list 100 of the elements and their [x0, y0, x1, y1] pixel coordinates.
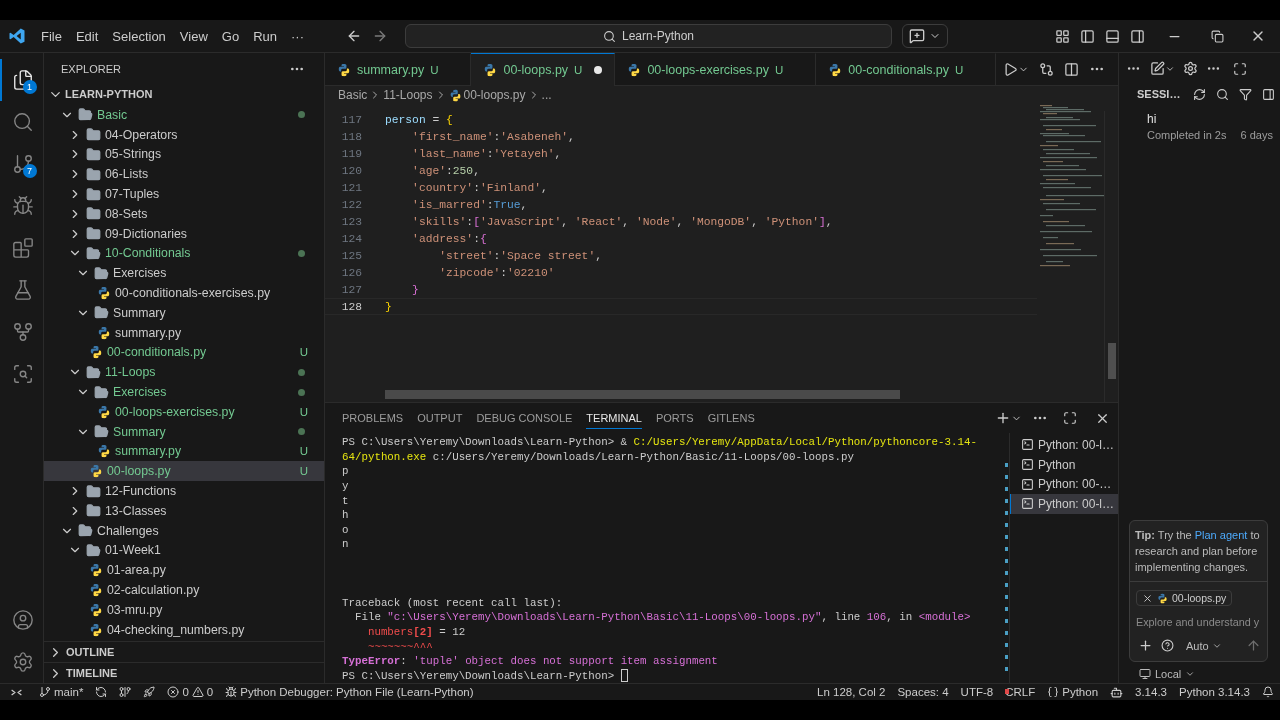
terminal-line: Traceback (most recent call last):	[342, 595, 564, 611]
folder-row[interactable]: 10-Conditionals	[44, 243, 324, 264]
python-file-icon	[89, 563, 103, 578]
location-picker[interactable]: Local	[1119, 662, 1280, 683]
panel-tab[interactable]: PORTS	[655, 407, 694, 429]
file-row[interactable]: 04-checking_numbers.py	[44, 619, 324, 640]
chat-icon	[909, 28, 925, 44]
terminal-instance[interactable]: Python	[1010, 454, 1118, 475]
menu-item[interactable]: File	[34, 28, 69, 44]
folder-row[interactable]: Challenges	[44, 520, 324, 541]
folder-row[interactable]: 01-Week1	[44, 540, 324, 561]
horizontal-scrollbar[interactable]	[385, 390, 900, 399]
section-header[interactable]: OUTLINE	[44, 641, 324, 662]
settings-icon[interactable]	[11, 651, 34, 673]
command-center-search[interactable]: Learn-Python	[405, 24, 892, 48]
debug-status[interactable]: Python Debugger: Python File (Learn-Python)	[219, 686, 480, 698]
editor-status[interactable]: UTF-8	[954, 686, 1000, 698]
editor-tab[interactable]: 00-loops.py U	[471, 53, 616, 86]
folder-name: Exercises	[113, 385, 168, 400]
remove-icon[interactable]	[1142, 592, 1153, 604]
chat-button[interactable]	[902, 24, 948, 48]
panel-tab[interactable]: OUTPUT	[417, 407, 463, 429]
breadcrumb-item[interactable]: 11-Loops	[383, 88, 433, 102]
line-number: 117	[340, 113, 362, 126]
menu-item[interactable]: Run	[246, 28, 284, 44]
folder-row[interactable]: Summary	[44, 421, 324, 442]
folder-row[interactable]: 11-Loops	[44, 362, 324, 383]
folder-name: 13-Classes	[105, 503, 168, 518]
folder-name: Challenges	[97, 523, 160, 538]
folder-row[interactable]: 08-Sets	[44, 204, 324, 224]
folder-row[interactable]: Summary	[44, 302, 324, 323]
plan-agent-link[interactable]: Plan agent	[1194, 529, 1248, 541]
problems-status[interactable]: 0 0	[161, 686, 220, 698]
menu-item[interactable]: View	[172, 28, 215, 44]
mode-picker[interactable]: Auto	[1186, 639, 1222, 652]
file-row[interactable]: 01-area.py	[44, 560, 324, 581]
python-file-icon	[97, 325, 111, 340]
terminal-line: File "c:\Users\Yeremy\Downloads\Learn-Python\Basic\11-Loops\00-loops.py", line 106, in <module>	[353, 610, 972, 625]
folder-row[interactable]: Basic	[44, 105, 324, 125]
tip-text: Tip: Try the Plan agent to research and plan before implementing changes.	[1130, 521, 1267, 582]
menu-item[interactable]: Go	[214, 28, 247, 44]
breadcrumb-item[interactable]: Basic	[338, 88, 368, 102]
chat-input[interactable]: Explore and understand y	[1136, 616, 1262, 628]
account-icon[interactable]	[11, 609, 34, 631]
breadcrumb-item[interactable]: ...	[541, 88, 552, 102]
help-icon[interactable]	[1159, 639, 1176, 652]
activity-tab[interactable]: 7	[0, 143, 44, 185]
file-row[interactable]: 00-conditionals-exercises.py	[44, 283, 324, 303]
code-line: 'zipcode':'02210'	[438, 266, 555, 279]
folder-row[interactable]: 05-Strings	[44, 144, 324, 165]
panel-tab[interactable]: PROBLEMS	[342, 407, 404, 429]
terminal-instance[interactable]: Python: 00-…	[1010, 474, 1118, 495]
folder-icon	[86, 503, 101, 519]
file-row[interactable]: 00-conditionals.py U	[44, 342, 324, 363]
folder-row[interactable]: 04-Operators	[44, 124, 324, 145]
terminal-line: PS C:\Users\Yeremy\Downloads\Learn-Python>	[342, 668, 1009, 684]
folder-row[interactable]: Exercises	[44, 382, 324, 402]
file-row[interactable]: 02-calculation.py	[44, 580, 324, 600]
language-status[interactable]: Python	[1041, 686, 1105, 698]
folder-icon	[86, 147, 101, 162]
panel-tab[interactable]: DEBUG CONSOLE	[476, 407, 573, 429]
folder-icon	[86, 206, 101, 222]
folder-row[interactable]: Exercises	[44, 263, 324, 284]
code-line: 'last_name':'Yetayeh',	[411, 147, 562, 160]
folder-icon	[86, 166, 101, 182]
terminal-instance[interactable]: Python: 00-l…	[1010, 494, 1118, 514]
file-name: summary.py	[115, 444, 183, 459]
folder-name: Basic	[97, 107, 129, 122]
panel-tab[interactable]: GITLENS	[707, 407, 755, 429]
code-line: 'is_marred':True,	[411, 198, 528, 211]
file-row[interactable]: summary.py	[44, 322, 324, 343]
breadcrumb-item[interactable]: 00-loops.py	[463, 88, 526, 102]
terminal-instance[interactable]: Python: 00-l…	[1010, 435, 1118, 455]
menu-item[interactable]: ···	[284, 28, 311, 44]
menu-item[interactable]: Edit	[68, 28, 106, 44]
context-file-chip[interactable]: 00-loops.py	[1136, 590, 1233, 606]
folder-row[interactable]: 07-Tuples	[44, 184, 324, 204]
python-file-icon	[89, 583, 103, 597]
editor-status[interactable]: Spaces: 4	[891, 686, 955, 698]
send-icon[interactable]	[1246, 638, 1261, 653]
terminal-line: numbers[2] = 12	[366, 625, 467, 640]
menu-item[interactable]: Selection	[105, 28, 173, 44]
file-row[interactable]: 03-mru.py	[44, 599, 324, 620]
warning-icon	[191, 686, 204, 698]
python-version[interactable]: 3.14.3	[1129, 686, 1173, 698]
file-row[interactable]: 00-loops-exercises.py U	[44, 401, 324, 422]
file-name: summary.py	[115, 325, 183, 340]
folder-row[interactable]: 12-Functions	[44, 481, 324, 501]
folder-row[interactable]: 09-Dictionaries	[44, 223, 324, 244]
file-row[interactable]: 00-loops.py U	[44, 461, 324, 482]
editor-status[interactable]: Ln 128, Col 2	[811, 686, 892, 698]
add-icon[interactable]	[1138, 638, 1153, 653]
session-title[interactable]: hi	[1147, 112, 1280, 126]
folder-row[interactable]: 06-Lists	[44, 164, 324, 185]
file-row[interactable]: summary.py U	[44, 441, 324, 462]
workspace-header[interactable]: LEARN-PYTHON	[44, 84, 324, 104]
branch-status[interactable]: main*	[33, 686, 90, 698]
panel-tab[interactable]: TERMINAL	[586, 407, 642, 429]
folder-row[interactable]: 13-Classes	[44, 500, 324, 521]
interpreter-status[interactable]: Python 3.14.3	[1173, 686, 1256, 698]
